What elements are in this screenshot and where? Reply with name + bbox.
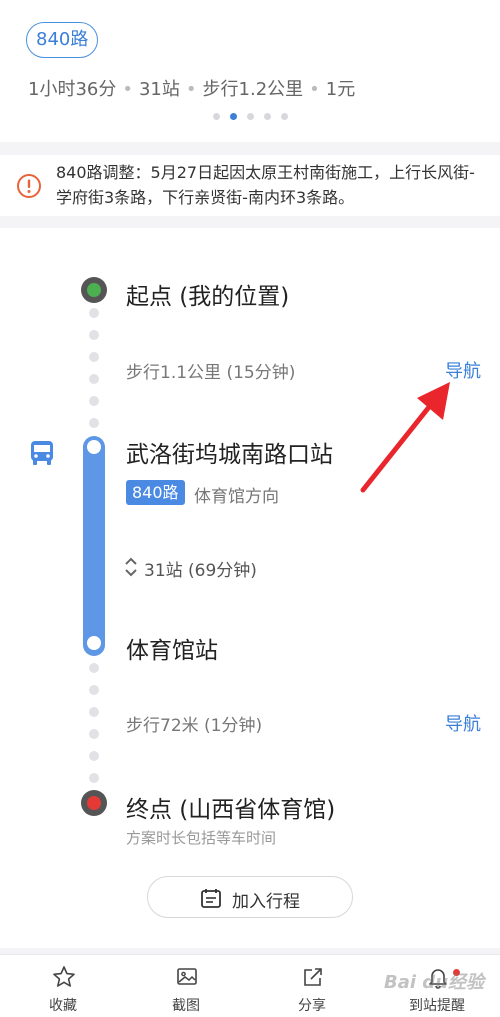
summary-fare: 1元 <box>325 79 356 100</box>
walk-dot <box>89 374 99 384</box>
route-chip: 840路 <box>26 22 99 58</box>
add-trip-button[interactable]: 加入行程 <box>147 876 353 918</box>
star-icon <box>53 966 75 987</box>
walk-dot <box>89 685 99 695</box>
calendar-icon <box>201 889 221 908</box>
bus-route-bar <box>83 436 105 656</box>
route-summary: 1小时36分 • 31站 • 步行1.2公里 • 1元 <box>28 79 356 100</box>
tab-label: 截图 <box>172 998 200 1014</box>
summary-walk: 步行1.2公里 <box>202 79 304 100</box>
walk-dot <box>89 729 99 739</box>
route-summary-card[interactable]: 840路 1小时36分 • 31站 • 步行1.2公里 • 1元 <box>0 0 500 142</box>
annotation-arrow-icon <box>360 382 450 493</box>
expand-stops-icon[interactable] <box>124 556 138 578</box>
notice-text: 840路调整：5月27日起因太原王村南街施工，上行长风街-学府街3条路，下行亲贤… <box>56 163 475 207</box>
tab-share[interactable]: 分享 <box>267 963 357 1015</box>
walk-dot <box>89 418 99 428</box>
share-icon <box>304 968 322 986</box>
walk-dot <box>89 352 99 362</box>
walk-dot <box>89 707 99 717</box>
start-title: 起点 (我的位置) <box>126 284 290 310</box>
add-trip-label: 加入行程 <box>232 892 300 912</box>
start-marker <box>81 277 107 303</box>
page-dot-active <box>230 113 237 120</box>
board-stop-title: 武洛街坞城南路口站 <box>126 442 333 468</box>
walk-segment-2: 步行72米 (1分钟) <box>126 716 263 736</box>
summary-duration: 1小时36分 <box>28 79 117 100</box>
tab-label: 分享 <box>298 998 326 1014</box>
tab-favorite[interactable]: 收藏 <box>18 963 108 1015</box>
direction-text: 体育馆方向 <box>194 487 279 507</box>
walk-dot <box>89 396 99 406</box>
info-icon <box>17 174 41 198</box>
page-dot <box>213 113 220 120</box>
page-dot <box>247 113 254 120</box>
bus-icon <box>31 441 53 465</box>
walk-segment-1: 步行1.1公里 (15分钟) <box>126 363 296 383</box>
walk-dot <box>89 773 99 783</box>
page-indicator <box>213 113 288 120</box>
navigate-button-2[interactable]: 导航 <box>445 710 481 736</box>
image-icon <box>177 968 197 985</box>
watermark: Bai du经验 <box>384 972 485 993</box>
walk-dot <box>89 308 99 318</box>
tab-label: 到站提醒 <box>409 998 465 1014</box>
page-dot <box>264 113 271 120</box>
end-title: 终点 (山西省体育馆) <box>126 797 336 823</box>
ride-stops[interactable]: 31站 (69分钟) <box>144 556 257 581</box>
end-marker <box>81 790 107 816</box>
summary-stops: 31站 <box>138 79 180 100</box>
walk-dot <box>89 330 99 340</box>
duration-note: 方案时长包括等车时间 <box>126 829 277 847</box>
tab-label: 收藏 <box>49 998 77 1014</box>
tab-screenshot[interactable]: 截图 <box>141 963 231 1015</box>
walk-dot <box>89 663 99 673</box>
walk-dot <box>89 751 99 761</box>
alight-stop-marker <box>84 633 104 653</box>
page-dot <box>281 113 288 120</box>
alight-stop-title: 体育馆站 <box>126 638 218 664</box>
route-tag[interactable]: 840路 <box>126 480 185 505</box>
board-stop-marker <box>84 437 104 457</box>
